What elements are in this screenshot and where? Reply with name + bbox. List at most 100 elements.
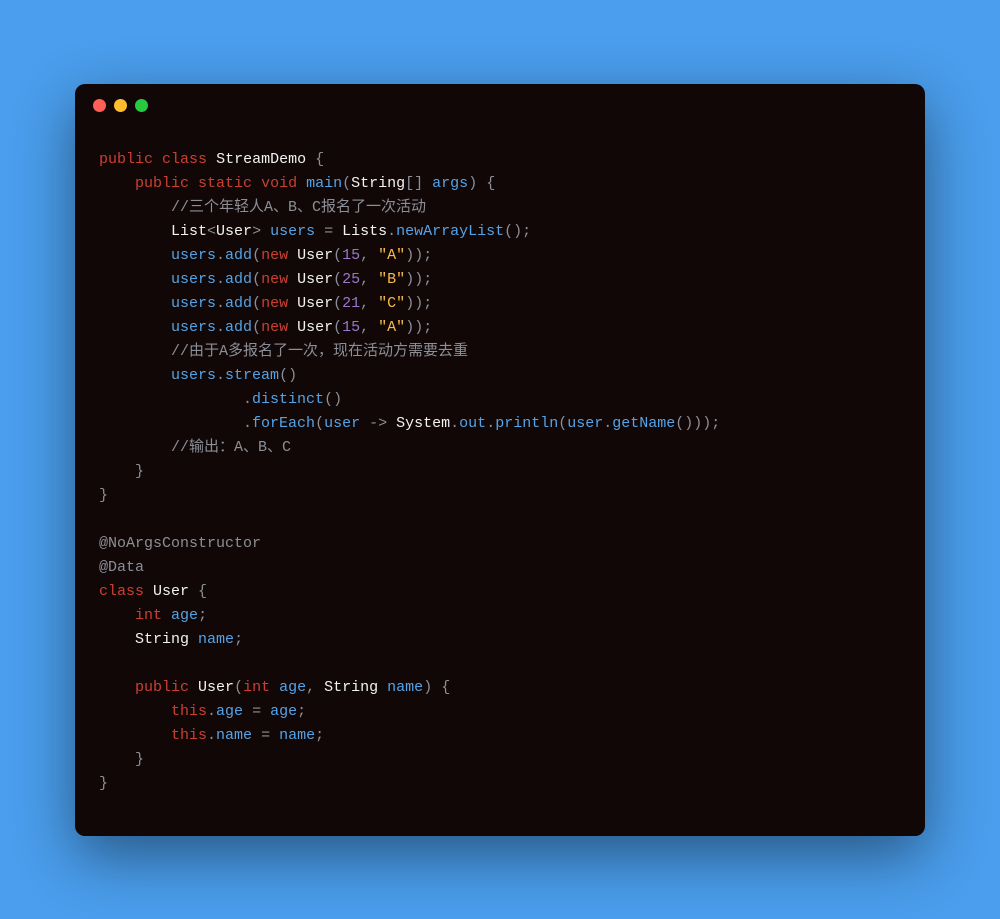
code-token: =	[252, 727, 279, 744]
code-token: public	[135, 175, 189, 192]
code-token: (	[252, 319, 261, 336]
code-token: stream	[225, 367, 279, 384]
code-line: }	[99, 460, 901, 484]
code-token: new	[261, 247, 288, 264]
code-token: 25	[342, 271, 360, 288]
code-line	[99, 652, 901, 676]
code-token: //由于A多报名了一次，现在活动方需要去重	[171, 343, 468, 360]
code-token: ) {	[423, 679, 450, 696]
code-token	[288, 271, 297, 288]
code-token: (	[333, 247, 342, 264]
code-token: //三个年轻人A、B、C报名了一次活动	[171, 199, 426, 216]
code-token: users	[171, 271, 216, 288]
code-token: "B"	[378, 271, 405, 288]
code-token: distinct	[252, 391, 324, 408]
code-token: .	[216, 367, 225, 384]
code-token	[153, 151, 162, 168]
code-token: this	[171, 727, 207, 744]
code-token: ,	[306, 679, 324, 696]
code-line: this.age = age;	[99, 700, 901, 724]
code-line: String name;	[99, 628, 901, 652]
code-line: //由于A多报名了一次，现在活动方需要去重	[99, 340, 901, 364]
code-token: =	[243, 703, 270, 720]
code-token	[99, 367, 171, 384]
code-token	[99, 295, 171, 312]
code-line: .distinct()	[99, 388, 901, 412]
code-token: }	[99, 463, 144, 480]
code-token: User	[297, 295, 333, 312]
code-line: int age;	[99, 604, 901, 628]
window-titlebar	[75, 84, 925, 128]
code-token	[360, 415, 369, 432]
code-line: users.add(new User(15, "A"));	[99, 316, 901, 340]
code-token: age	[279, 679, 306, 696]
code-token: StreamDemo	[216, 151, 306, 168]
code-line: public class StreamDemo {	[99, 148, 901, 172]
code-token: ()	[324, 391, 342, 408]
code-line: public User(int age, String name) {	[99, 676, 901, 700]
code-token: (	[342, 175, 351, 192]
code-token: String	[135, 631, 189, 648]
code-token: add	[225, 271, 252, 288]
code-token	[99, 199, 171, 216]
minimize-icon[interactable]	[114, 99, 127, 112]
code-token	[99, 391, 243, 408]
code-token: String	[351, 175, 405, 192]
code-token: age	[171, 607, 198, 624]
code-token: add	[225, 319, 252, 336]
code-token: users	[171, 295, 216, 312]
code-token: =	[315, 223, 342, 240]
code-token	[270, 679, 279, 696]
code-token	[99, 439, 171, 456]
code-token: name	[198, 631, 234, 648]
code-token: class	[99, 583, 144, 600]
code-block: public class StreamDemo { public static …	[75, 128, 925, 796]
code-token: User	[297, 271, 333, 288]
code-token: }	[99, 751, 144, 768]
code-token: name	[387, 679, 423, 696]
zoom-icon[interactable]	[135, 99, 148, 112]
code-token: "A"	[378, 319, 405, 336]
code-token: static	[198, 175, 252, 192]
code-token	[99, 175, 135, 192]
code-token	[99, 319, 171, 336]
code-line: }	[99, 772, 901, 796]
code-token: forEach	[252, 415, 315, 432]
code-token: "C"	[378, 295, 405, 312]
code-token: (	[315, 415, 324, 432]
code-token: new	[261, 271, 288, 288]
code-token	[144, 583, 153, 600]
code-token	[387, 415, 396, 432]
code-token: ;	[297, 703, 306, 720]
code-line: users.stream()	[99, 364, 901, 388]
code-token: ->	[369, 415, 387, 432]
code-token: .	[216, 247, 225, 264]
code-token	[207, 151, 216, 168]
code-token	[99, 703, 171, 720]
code-token: ));	[405, 271, 432, 288]
code-token: .	[603, 415, 612, 432]
code-token: List	[171, 223, 207, 240]
code-token: User	[297, 247, 333, 264]
code-token: {	[189, 583, 207, 600]
code-token: users	[270, 223, 315, 240]
code-token: int	[135, 607, 162, 624]
code-token: {	[306, 151, 324, 168]
code-token: 15	[342, 319, 360, 336]
code-token: getName	[612, 415, 675, 432]
code-token: ()));	[675, 415, 720, 432]
code-token: class	[162, 151, 207, 168]
code-token: ));	[405, 295, 432, 312]
code-line: }	[99, 484, 901, 508]
close-icon[interactable]	[93, 99, 106, 112]
code-token: .	[486, 415, 495, 432]
code-token: age	[216, 703, 243, 720]
code-token: (	[333, 271, 342, 288]
code-token: Lists	[342, 223, 387, 240]
code-token: 15	[342, 247, 360, 264]
code-token: add	[225, 295, 252, 312]
code-line: this.name = name;	[99, 724, 901, 748]
code-token: users	[171, 247, 216, 264]
code-token: .	[207, 703, 216, 720]
code-token: >	[252, 223, 270, 240]
